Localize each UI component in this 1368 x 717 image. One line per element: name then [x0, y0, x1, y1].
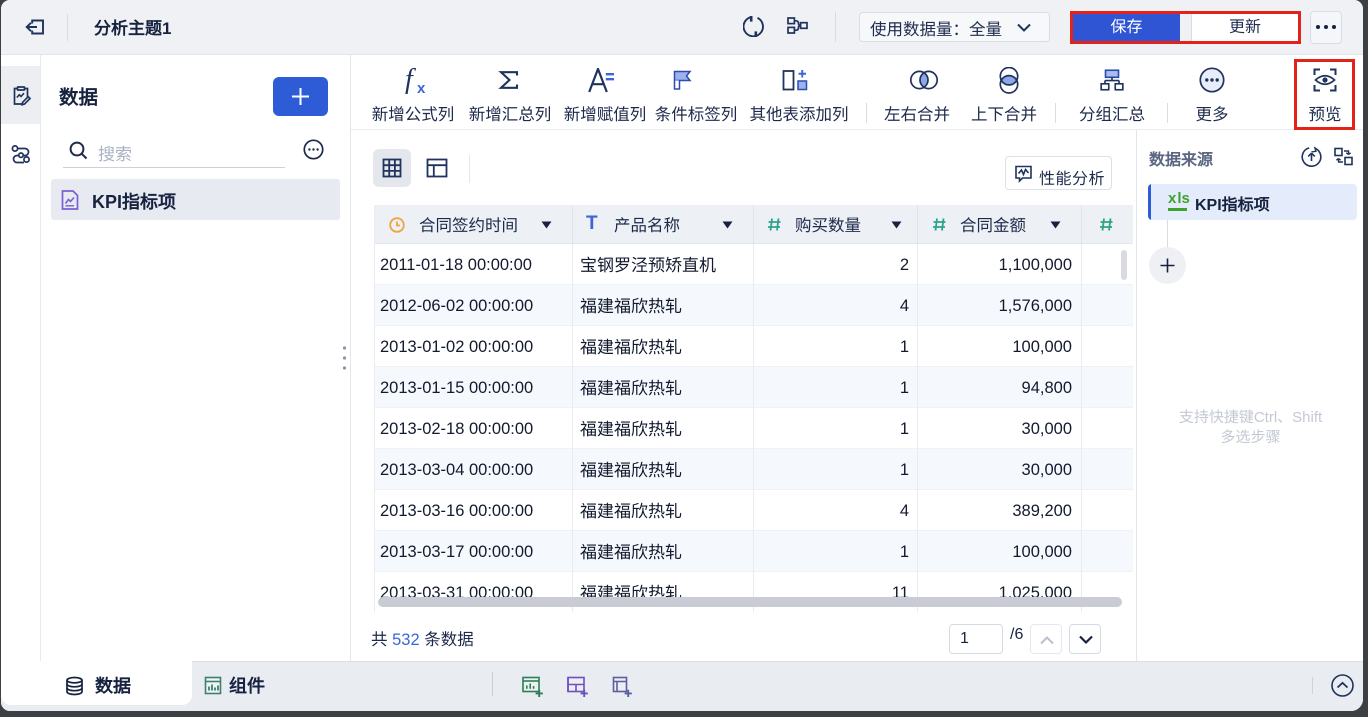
svg-text:x: x — [417, 80, 426, 94]
svg-text:f: f — [405, 66, 416, 94]
